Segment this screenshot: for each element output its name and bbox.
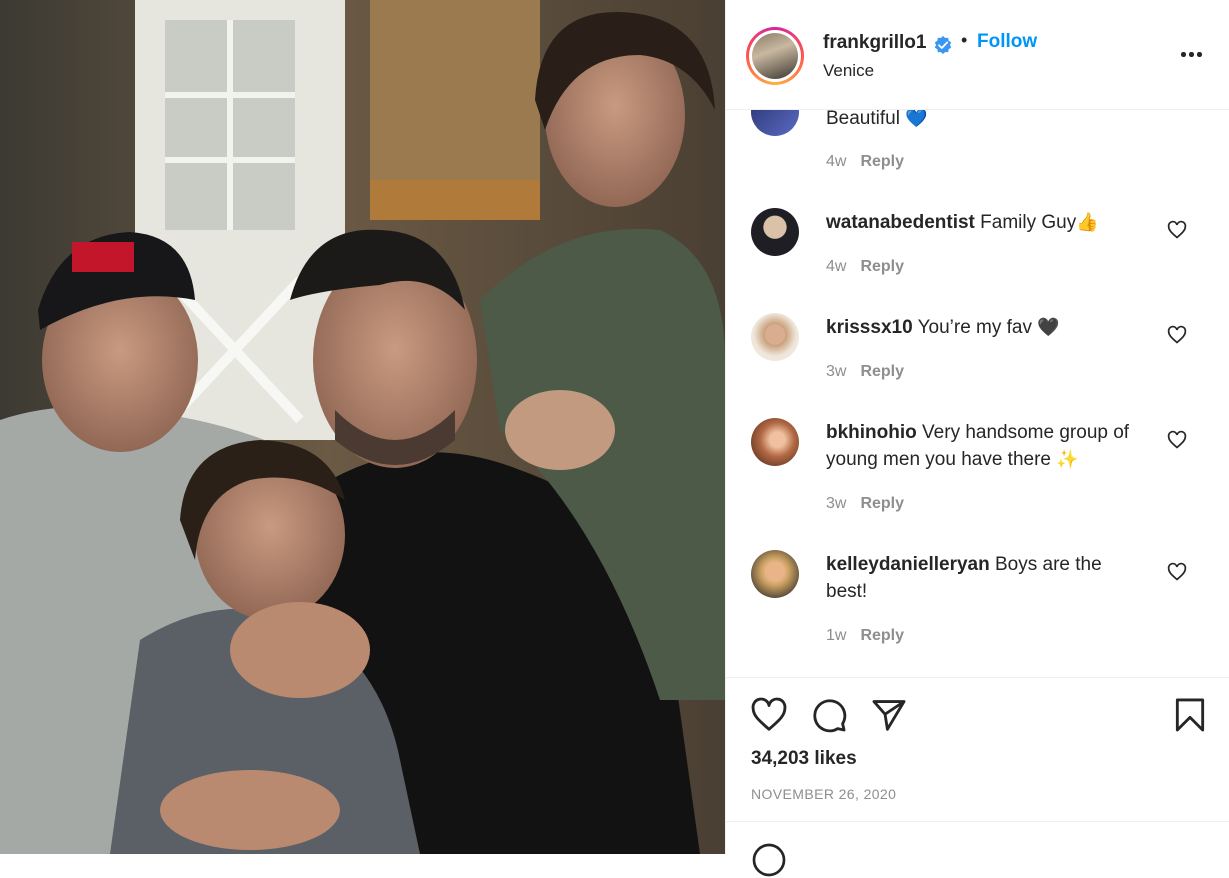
post-header: frankgrillo1 • Follow Venice [726, 0, 1229, 110]
reply-button[interactable]: Reply [860, 495, 904, 512]
send-icon[interactable] [870, 696, 908, 734]
separator-dot: • [961, 30, 968, 50]
comment-meta: 1w Reply [826, 627, 905, 644]
author-avatar[interactable] [746, 27, 804, 85]
comment-meta: 4w Reply [826, 153, 905, 170]
author-username[interactable]: frankgrillo1 [823, 32, 926, 54]
add-comment-bar[interactable] [726, 821, 1229, 877]
heart-icon[interactable] [1167, 562, 1187, 582]
comment-username[interactable]: watanabedentist [826, 212, 975, 233]
follow-button[interactable]: Follow [977, 31, 1037, 53]
comments-list[interactable]: Beautiful 💙 4w Reply watanabedentist Fami… [726, 110, 1229, 677]
comment-avatar[interactable] [751, 418, 799, 466]
comment-icon[interactable] [810, 696, 848, 734]
likes-count[interactable]: 34,203 likes [751, 748, 857, 770]
comment-avatar[interactable] [751, 313, 799, 361]
comment-meta: 3w Reply [826, 363, 905, 380]
reply-button[interactable]: Reply [860, 363, 904, 380]
post-date: November 26, 2020 [751, 786, 897, 802]
heart-icon[interactable] [750, 696, 788, 734]
bookmark-icon[interactable] [1171, 696, 1209, 734]
comment-username[interactable]: krisssx10 [826, 317, 913, 338]
comment-text: bkhinohio Very handsome group of young m… [826, 422, 1130, 470]
comment-username[interactable]: kelleydanielleryan [826, 554, 990, 575]
emoji-icon[interactable] [751, 842, 787, 878]
post-details-panel: frankgrillo1 • Follow Venice Beautiful 💙… [725, 0, 1229, 877]
post-actions: 34,203 likes November 26, 2020 [726, 677, 1229, 822]
comment-text: krisssx10 You’re my fav 🖤 [826, 317, 1060, 338]
post-image [0, 0, 725, 854]
comment-avatar[interactable] [751, 110, 799, 136]
comment-text: watanabedentist Family Guy👍 [826, 212, 1099, 233]
comment-meta: 3w Reply [826, 495, 905, 512]
reply-button[interactable]: Reply [860, 258, 904, 275]
verified-badge-icon [934, 36, 952, 54]
heart-icon[interactable] [1167, 325, 1187, 345]
reply-button[interactable]: Reply [860, 153, 904, 170]
heart-icon[interactable] [1167, 430, 1187, 450]
post-photo[interactable] [0, 0, 725, 854]
comment-avatar[interactable] [751, 208, 799, 256]
comment-avatar[interactable] [751, 550, 799, 598]
comment-username[interactable]: bkhinohio [826, 422, 917, 443]
comment-text: kelleydanielleryan Boys are the best! [826, 554, 1102, 602]
heart-icon[interactable] [1167, 220, 1187, 240]
comment-meta: 4w Reply [826, 258, 905, 275]
comment-text: Beautiful 💙 [826, 110, 928, 129]
post-location[interactable]: Venice [823, 61, 874, 81]
more-options-icon[interactable] [1181, 46, 1207, 62]
reply-button[interactable]: Reply [860, 627, 904, 644]
